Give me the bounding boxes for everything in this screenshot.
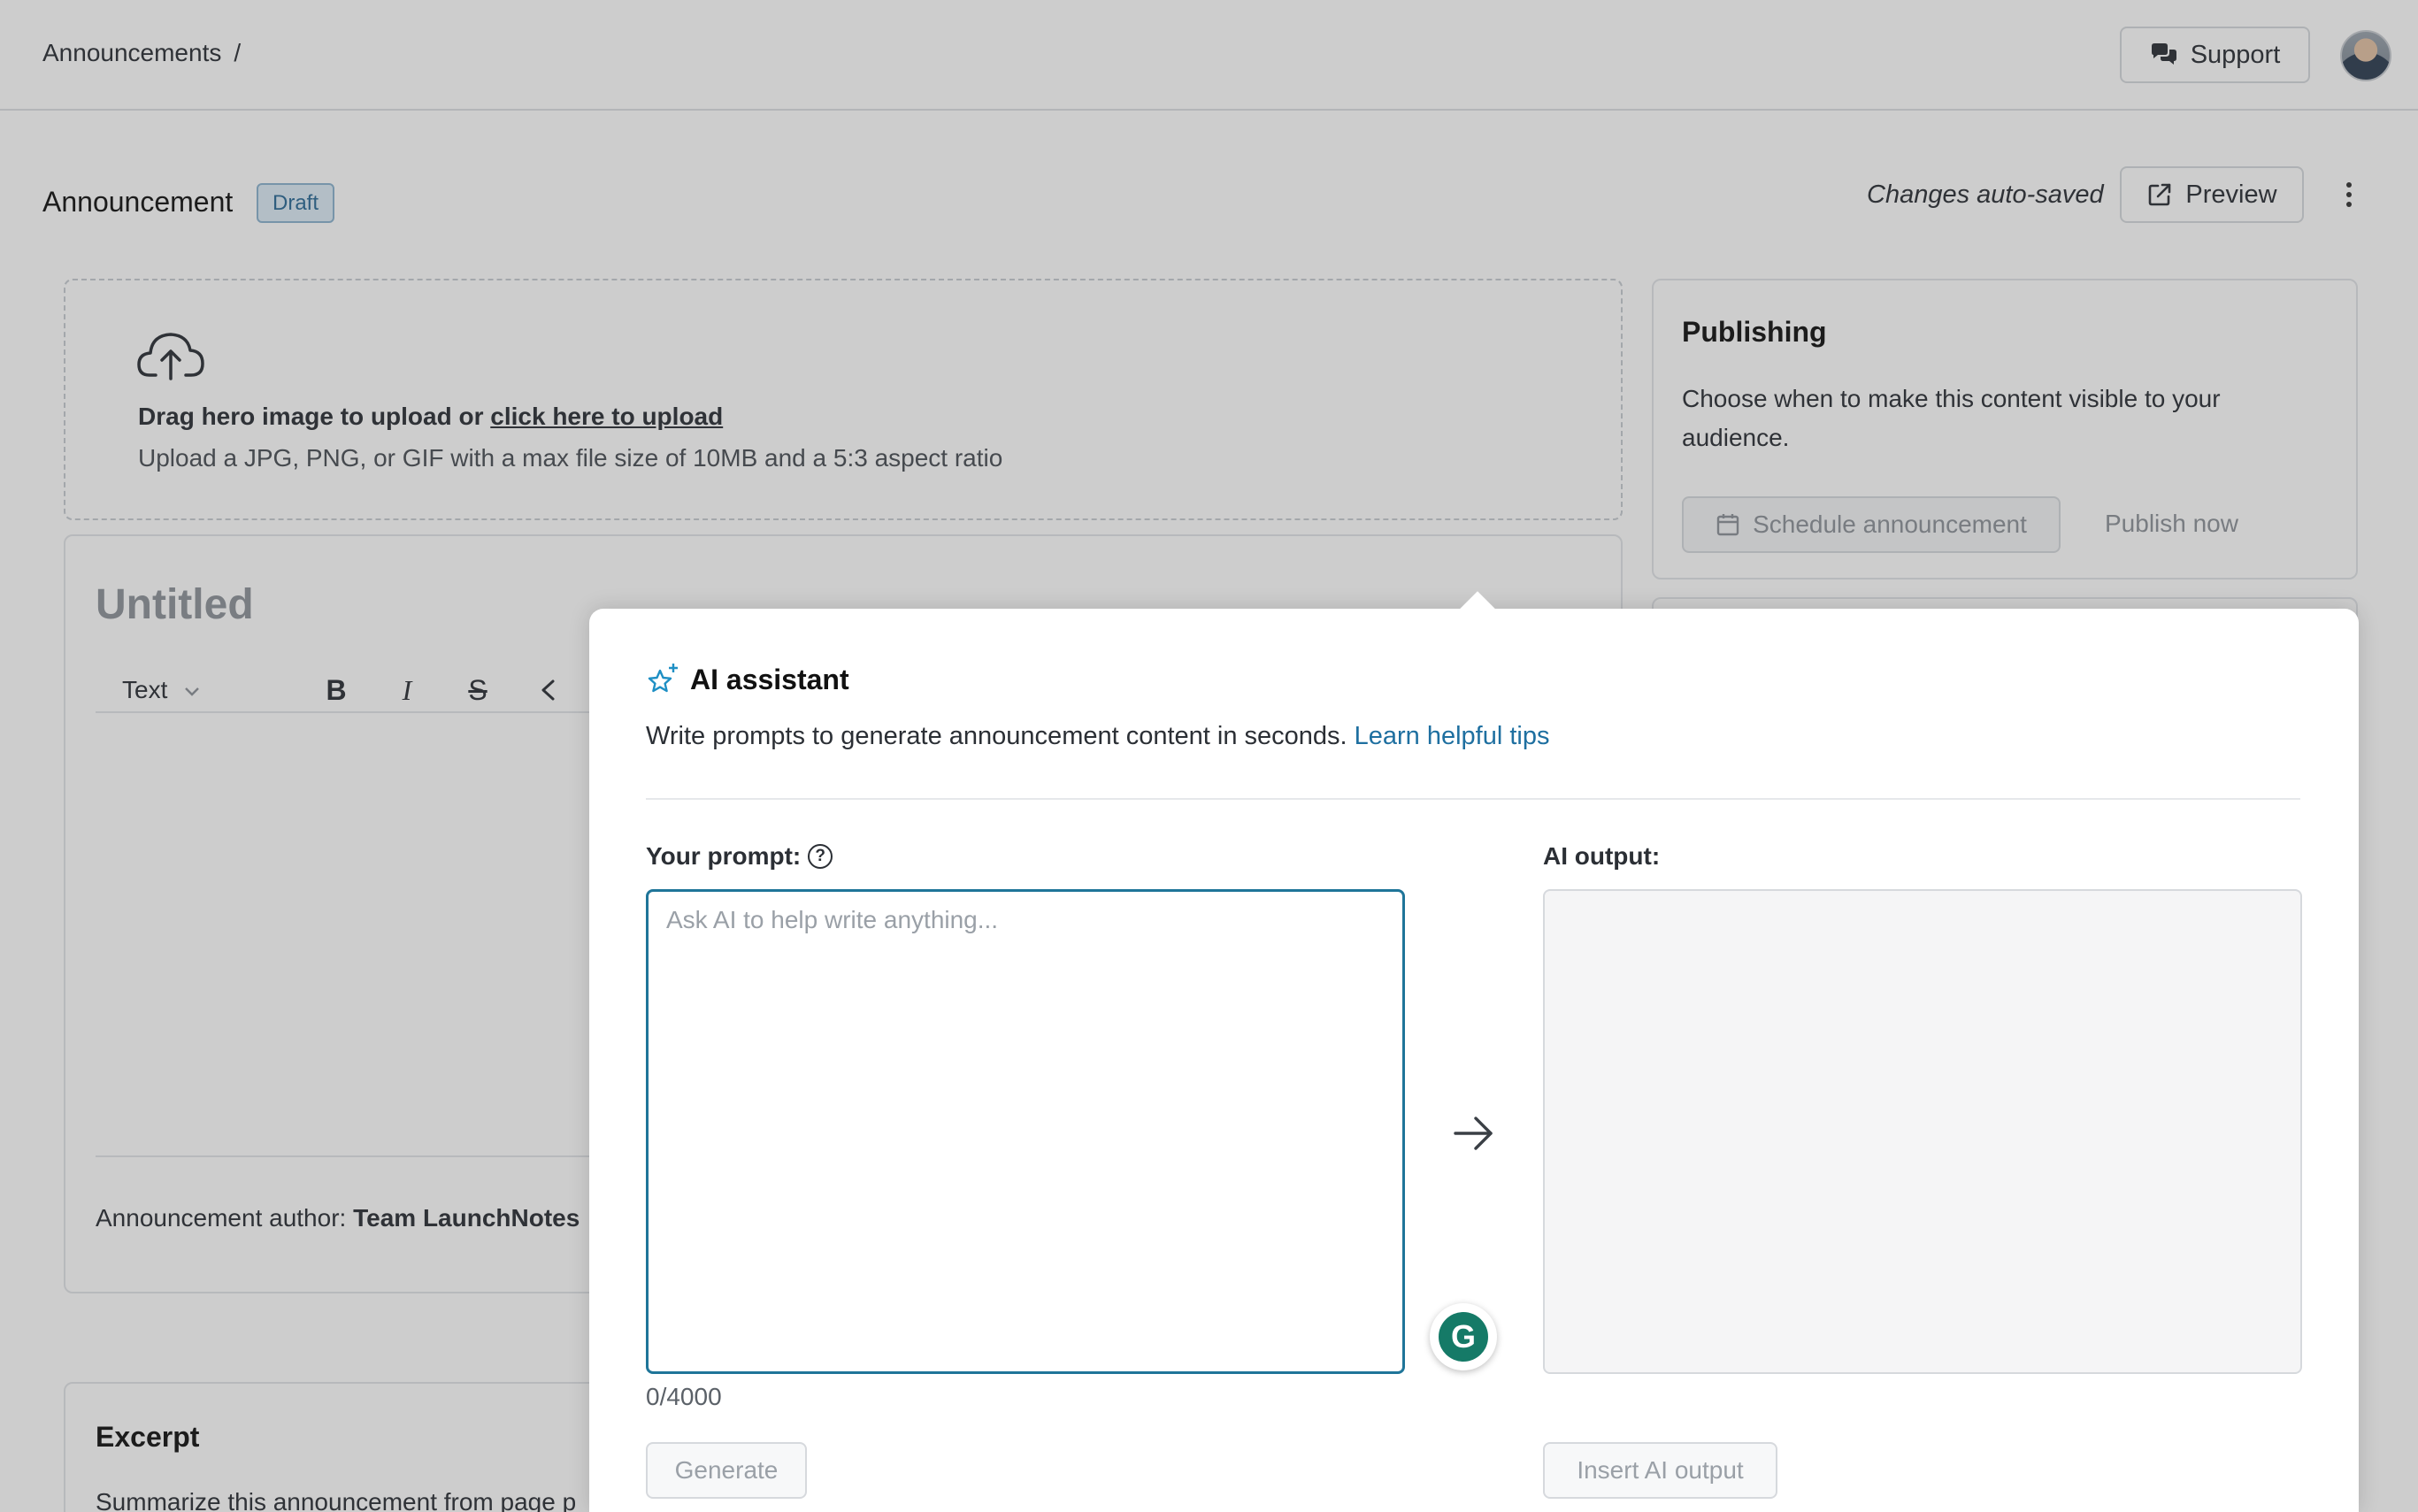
ai-assistant-modal: AI assistant Write prompts to generate a… [589, 591, 2359, 1512]
prompt-label: Your prompt: ? [646, 842, 833, 871]
prompt-input[interactable] [646, 889, 1405, 1374]
arrow-right-icon [1454, 1117, 1493, 1150]
grammarly-icon[interactable]: G [1430, 1303, 1497, 1370]
ai-output-box [1543, 889, 2302, 1374]
character-counter: 0/4000 [646, 1383, 722, 1410]
learn-tips-link[interactable]: Learn helpful tips [1355, 722, 1550, 750]
ai-description-text: Write prompts to generate announcement c… [646, 722, 1347, 750]
generate-button[interactable]: Generate [646, 1442, 807, 1499]
ai-assistant-description: Write prompts to generate announcement c… [646, 722, 1549, 751]
ai-assistant-title: AI assistant [646, 662, 849, 697]
prompt-label-text: Your prompt: [646, 842, 802, 870]
help-icon[interactable]: ? [808, 844, 833, 869]
sparkle-star-icon [648, 664, 678, 693]
modal-divider [646, 798, 2300, 800]
ai-output-label: AI output: [1543, 842, 1661, 870]
ai-assistant-title-text: AI assistant [690, 663, 849, 695]
insert-ai-output-button[interactable]: Insert AI output [1543, 1442, 1777, 1499]
